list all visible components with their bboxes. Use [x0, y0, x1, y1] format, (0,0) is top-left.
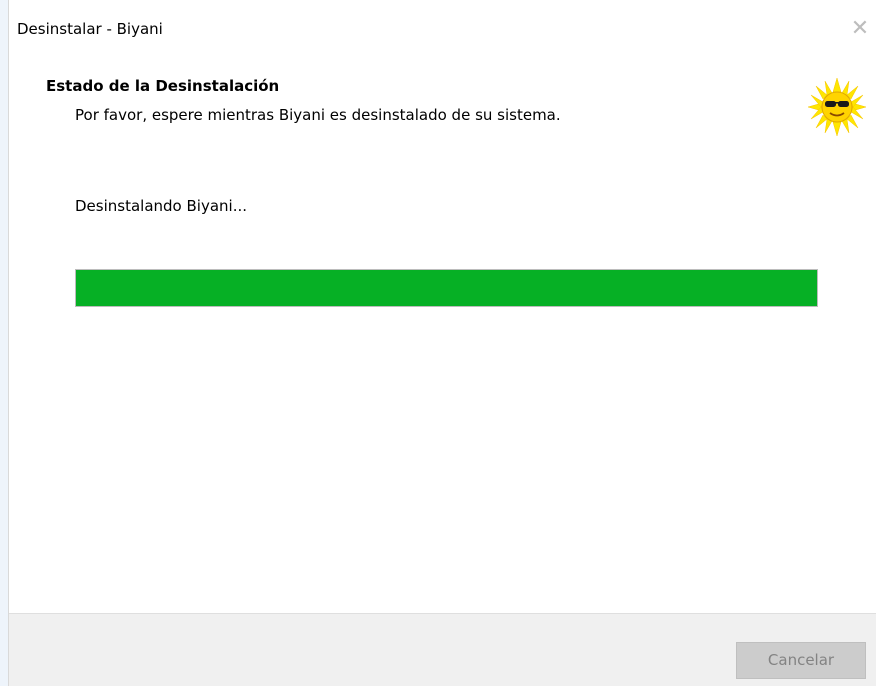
- cancel-button[interactable]: Cancelar: [736, 642, 866, 679]
- progress-bar-fill: [76, 270, 817, 306]
- page-title: Estado de la Desinstalación: [46, 77, 280, 95]
- title-bar[interactable]: Desinstalar - Biyani ✕: [9, 0, 876, 60]
- window-title: Desinstalar - Biyani: [17, 20, 163, 38]
- sun-with-sunglasses-icon: [808, 78, 866, 136]
- uninstaller-window: Desinstalar - Biyani ✕ Estado de la Desi…: [8, 0, 876, 686]
- close-icon[interactable]: ✕: [843, 12, 876, 46]
- footer: Cancelar: [9, 613, 876, 686]
- page-subtitle: Por favor, espere mientras Biyani es des…: [75, 106, 561, 124]
- progress-bar: [75, 269, 818, 307]
- status-text: Desinstalando Biyani...: [75, 197, 247, 215]
